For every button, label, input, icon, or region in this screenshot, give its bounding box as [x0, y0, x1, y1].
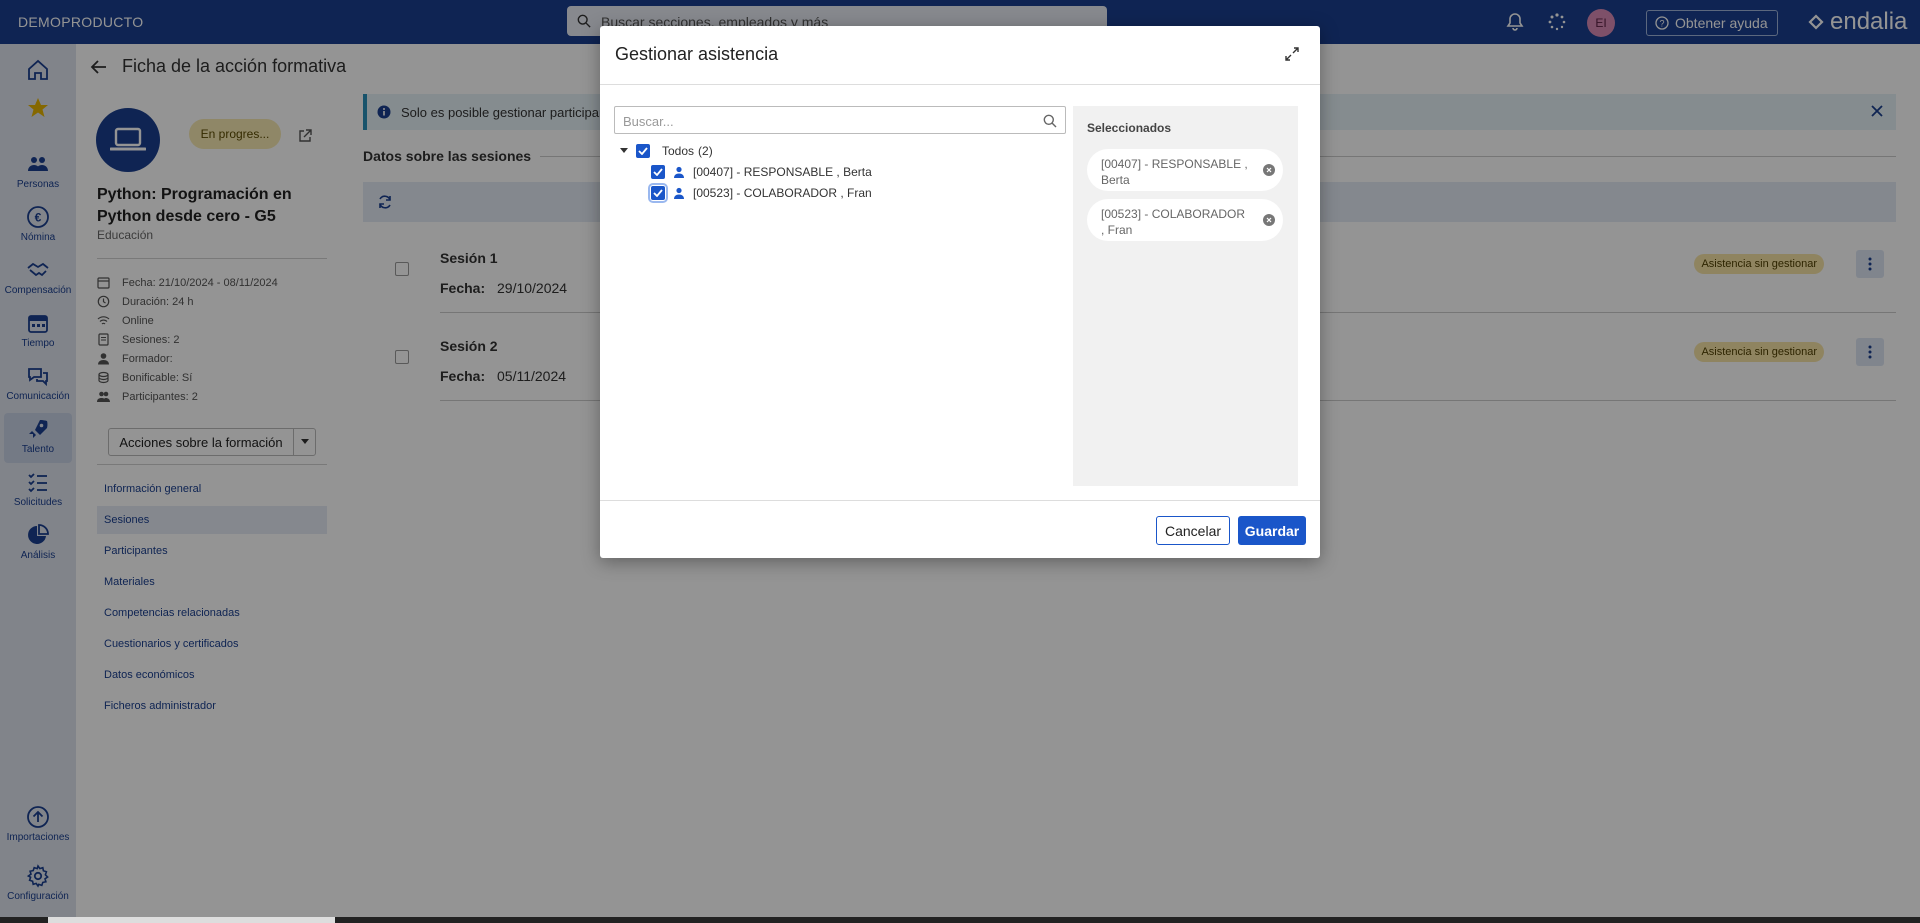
participant-search-input[interactable]: Buscar... — [614, 106, 1066, 134]
collapse-triangle-icon[interactable] — [620, 148, 628, 154]
participant-label: [00407] - RESPONSABLE , Berta — [693, 165, 872, 179]
checkbox-todos[interactable] — [636, 144, 650, 158]
attendance-dialog: Gestionar asistencia Buscar... Todos (2)… — [600, 26, 1320, 558]
checkbox-participant[interactable] — [651, 165, 665, 179]
tree-item[interactable]: [00523] - COLABORADOR , Fran — [648, 183, 872, 203]
selected-chip: [00407] - RESPONSABLE , Berta — [1087, 149, 1283, 191]
remove-icon[interactable] — [1263, 214, 1275, 226]
tree-item[interactable]: [00407] - RESPONSABLE , Berta — [651, 165, 872, 179]
tree-root-label: Todos — [662, 144, 695, 158]
user-icon — [674, 187, 684, 199]
selected-panel: Seleccionados [00407] - RESPONSABLE , Be… — [1073, 106, 1298, 486]
bottom-strip-segment — [48, 917, 335, 923]
selected-chip-label: [00523] - COLABORADOR , Fran — [1101, 207, 1246, 237]
search-icon — [1043, 114, 1057, 128]
expand-icon[interactable] — [1284, 46, 1300, 62]
participant-label: [00523] - COLABORADOR , Fran — [693, 186, 872, 200]
save-button[interactable]: Guardar — [1238, 516, 1306, 545]
tree-root-todos[interactable]: Todos (2) — [620, 144, 713, 158]
tree-root-count: (2) — [698, 144, 713, 158]
checkbox-participant[interactable] — [648, 183, 668, 203]
selected-chip-label: [00407] - RESPONSABLE , Berta — [1101, 157, 1248, 187]
cancel-button[interactable]: Cancelar — [1156, 516, 1230, 545]
selected-chip: [00523] - COLABORADOR , Fran — [1087, 199, 1283, 241]
dialog-footer: Cancelar Guardar — [600, 500, 1320, 558]
dialog-header: Gestionar asistencia — [600, 26, 1320, 85]
bottom-strip — [0, 917, 1920, 923]
remove-icon[interactable] — [1263, 164, 1275, 176]
dialog-title: Gestionar asistencia — [615, 44, 779, 64]
selected-title: Seleccionados — [1087, 121, 1172, 135]
search-placeholder: Buscar... — [623, 114, 674, 129]
user-icon — [674, 166, 684, 178]
